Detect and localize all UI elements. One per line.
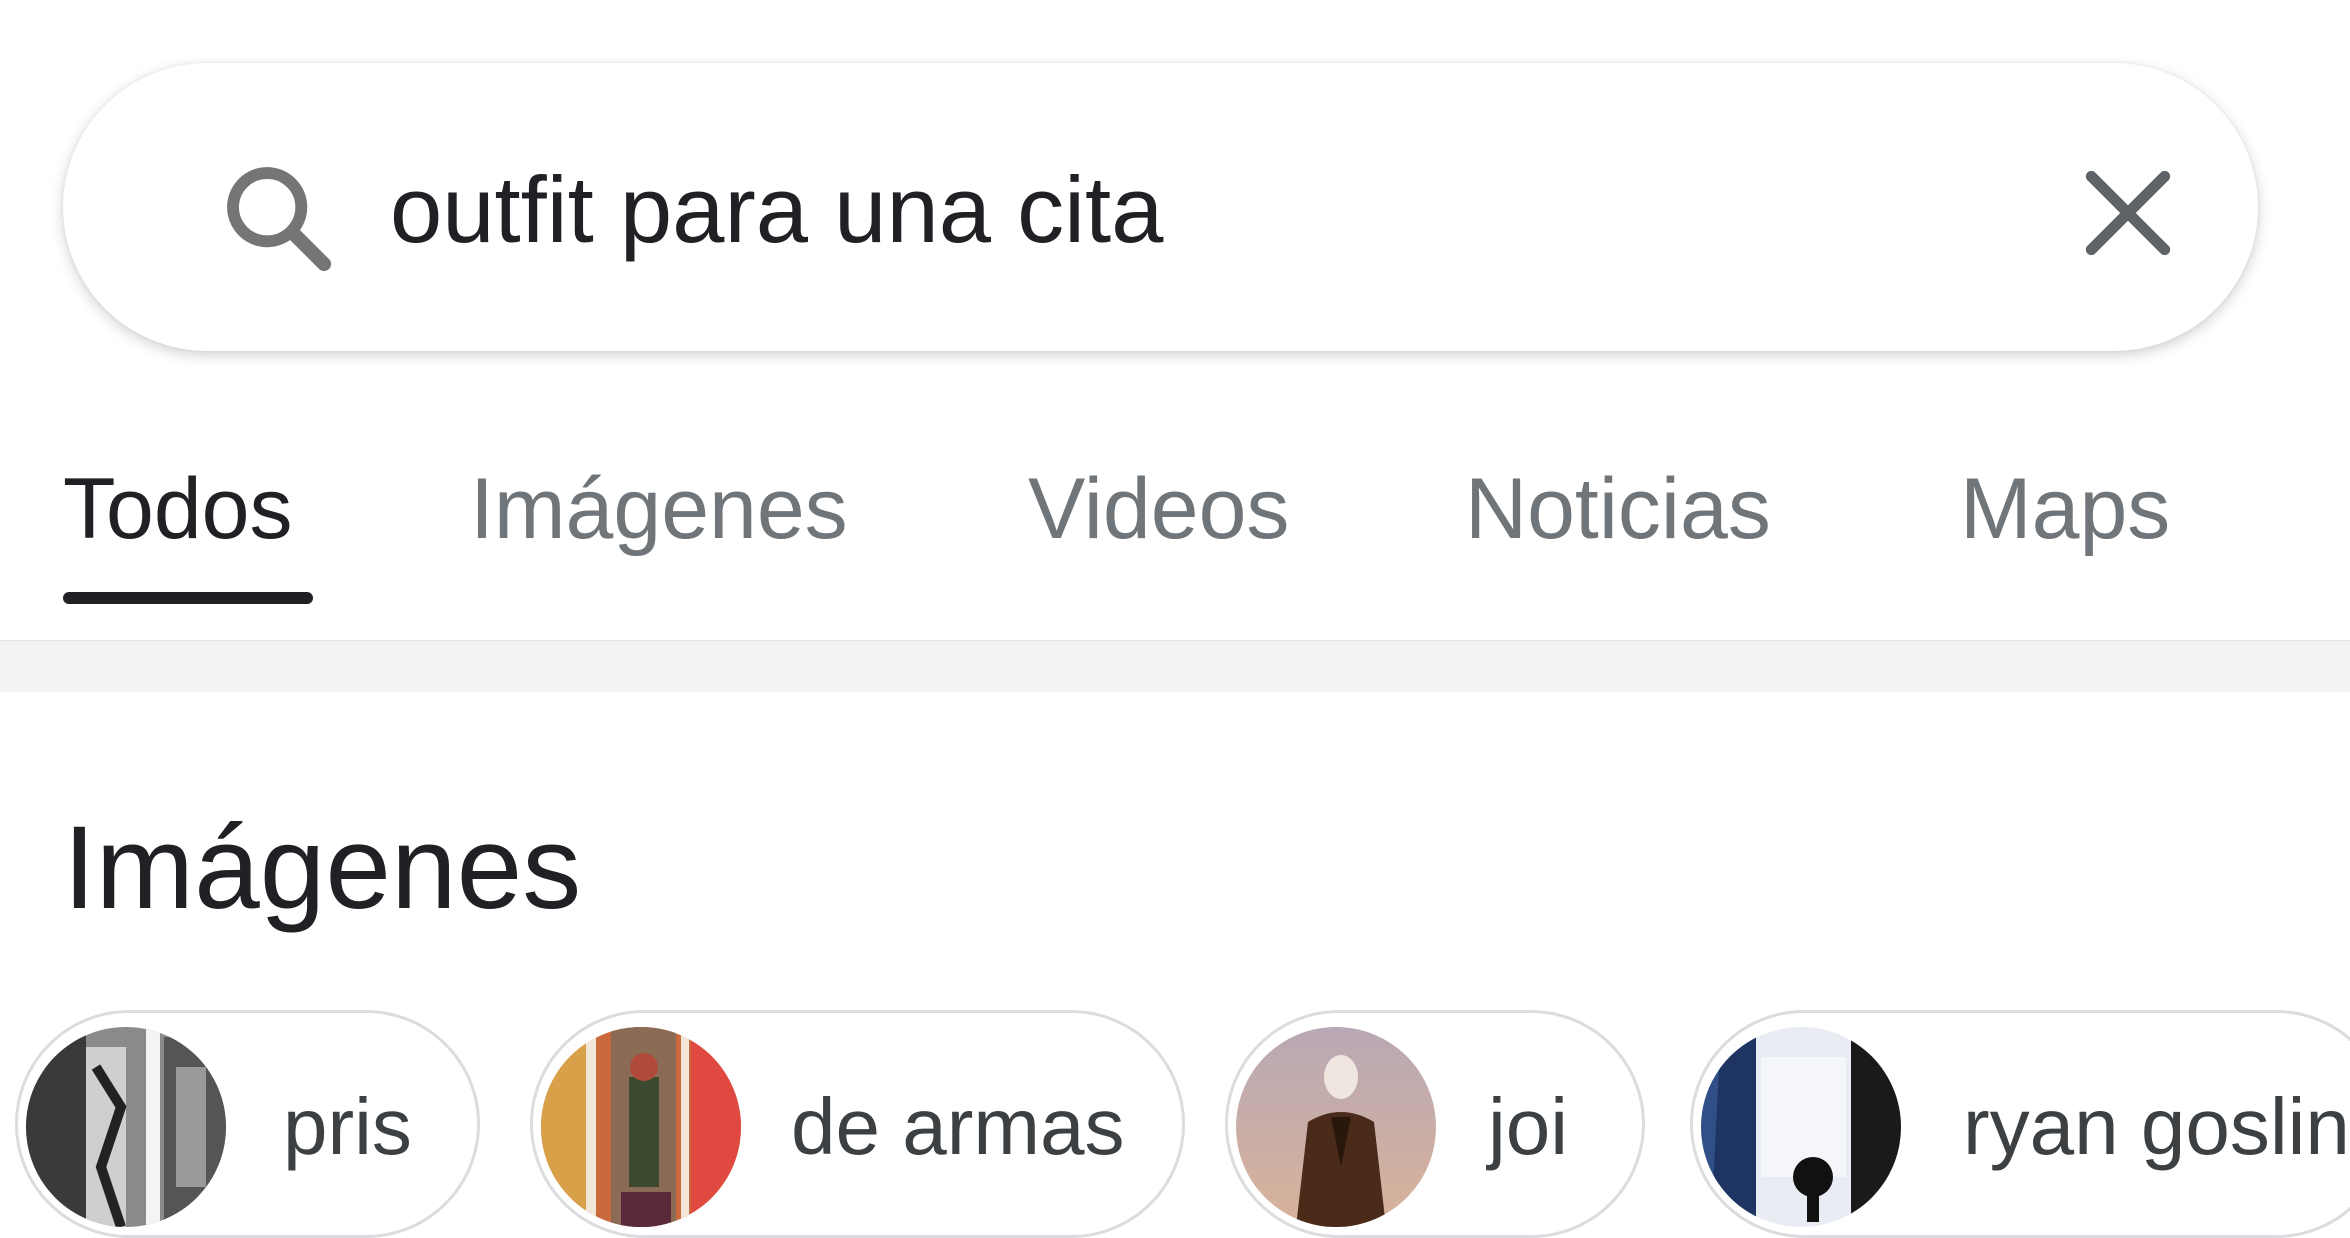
close-icon[interactable] <box>2073 158 2183 268</box>
tab-videos[interactable]: Videos <box>1028 460 1289 559</box>
chip-joi[interactable]: joi <box>1225 1010 1645 1238</box>
tab-todos[interactable]: Todos <box>63 460 293 559</box>
search-bar[interactable] <box>63 63 2258 351</box>
chip-label: pris <box>283 1082 412 1171</box>
chip-de-armas[interactable]: de armas <box>530 1010 1185 1238</box>
chip-thumbnail <box>541 1027 741 1227</box>
chip-thumbnail <box>1236 1027 1436 1227</box>
search-input[interactable] <box>390 135 1990 285</box>
chip-label: joi <box>1488 1082 1569 1171</box>
active-tab-indicator <box>63 592 313 604</box>
search-tabs: Todos Imágenes Videos Noticias Maps <box>0 440 2350 615</box>
section-divider <box>0 640 2350 692</box>
chip-label: ryan gosling <box>1963 1082 2350 1171</box>
chip-label: de armas <box>791 1082 1125 1171</box>
tab-noticias[interactable]: Noticias <box>1465 460 1771 559</box>
tab-maps[interactable]: Maps <box>1960 460 2170 559</box>
chip-thumbnail <box>26 1027 226 1227</box>
tab-imagenes[interactable]: Imágenes <box>470 460 848 559</box>
related-searches-chips: pris de armas joi ryan goslin <box>0 1010 2350 1238</box>
chip-thumbnail <box>1701 1027 1901 1227</box>
images-section-title: Imágenes <box>63 802 582 934</box>
search-icon[interactable] <box>213 153 343 283</box>
chip-ryan-gosling[interactable]: ryan gosling <box>1690 1010 2350 1238</box>
chip-pris[interactable]: pris <box>15 1010 480 1238</box>
